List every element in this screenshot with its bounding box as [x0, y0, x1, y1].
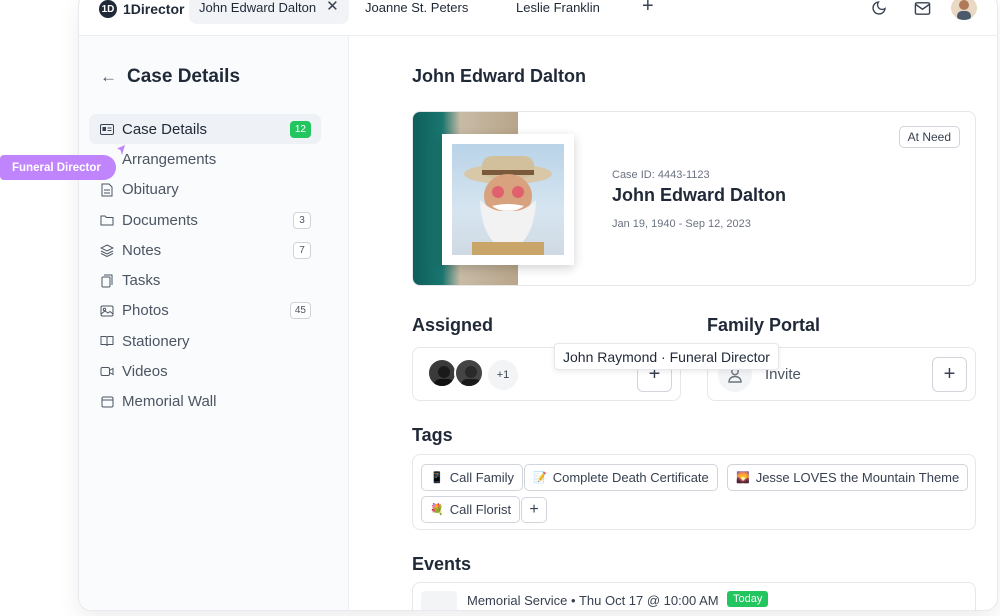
tags-heading: Tags: [412, 425, 453, 445]
image-icon: [100, 304, 114, 318]
add-tag-button[interactable]: +: [521, 497, 547, 523]
tab-john-edward-dalton[interactable]: John Edward Dalton ✕: [189, 0, 349, 24]
assignee-tooltip: John Raymond · Funeral Director: [554, 343, 779, 370]
app-logo[interactable]: 1D 1Director: [99, 0, 184, 18]
layers-icon: [100, 243, 114, 257]
sidebar-item-label: Photos: [122, 302, 169, 320]
memo-icon: 📝: [533, 472, 547, 484]
deceased-name: John Edward Dalton: [612, 185, 787, 205]
moon-icon[interactable]: [869, 0, 889, 18]
tag-complete-death-certificate[interactable]: 📝 Complete Death Certificate: [524, 464, 718, 491]
sidebar-item-memorial-wall[interactable]: Memorial Wall: [89, 387, 321, 417]
events-heading: Events: [412, 554, 472, 574]
tab-label: Leslie Franklin: [516, 0, 600, 15]
count-badge: 45: [289, 302, 311, 320]
sidebar-item-label: Tasks: [122, 272, 161, 290]
sidebar-item-tasks[interactable]: Tasks: [89, 265, 321, 295]
tab-leslie-franklin[interactable]: Leslie Franklin: [506, 0, 610, 24]
tab-joanne-st-peters[interactable]: Joanne St. Peters: [355, 0, 478, 24]
sidebar-item-label: Obituary: [122, 181, 179, 199]
invite-family-button[interactable]: +: [932, 357, 967, 392]
user-avatar[interactable]: [951, 0, 977, 20]
main-content: John Edward Dalton At Need Case ID: 4443…: [350, 36, 997, 610]
today-badge: Today: [727, 591, 769, 607]
more-assignees-badge[interactable]: +1: [488, 360, 518, 390]
video-icon: [100, 365, 114, 379]
event-row[interactable]: Memorial Service • Thu Oct 17 @ 10:00 AM…: [412, 582, 976, 610]
sidebar-title: Case Details: [127, 66, 241, 87]
back-arrow-icon[interactable]: ←: [100, 67, 117, 87]
sidebar-item-label: Memorial Wall: [122, 393, 217, 411]
bouquet-icon: 💐: [430, 504, 444, 516]
mail-icon[interactable]: [912, 0, 932, 18]
window-icon: [100, 395, 114, 409]
book-icon: [100, 334, 114, 348]
deceased-photo[interactable]: [442, 134, 574, 265]
sidebar-item-obituary[interactable]: Obituary: [89, 175, 321, 205]
app-name: 1Director: [123, 1, 185, 17]
app-window: 1D 1Director John Edward Dalton ✕ Joanne…: [79, 0, 997, 610]
page-title: John Edward Dalton: [412, 66, 587, 86]
sidebar-item-label: Case Details: [122, 120, 208, 138]
sidebar-item-label: Notes: [122, 241, 162, 259]
tag-call-florist[interactable]: 💐 Call Florist: [421, 496, 521, 523]
tag-label: Call Family: [449, 470, 514, 485]
assigned-heading: Assigned: [412, 315, 494, 335]
top-bar: 1D 1Director John Edward Dalton ✕ Joanne…: [79, 0, 997, 36]
logo-mark-icon: 1D: [99, 0, 117, 18]
sidebar-item-label: Stationery: [122, 332, 190, 350]
event-thumbnail: [421, 591, 457, 610]
funeral-director-pill: Funeral Director: [0, 155, 116, 180]
sidebar-item-photos[interactable]: Photos 45: [89, 296, 321, 326]
folder-icon: [100, 213, 114, 227]
sidebar-item-videos[interactable]: Videos: [89, 356, 321, 386]
family-portal-heading: Family Portal: [707, 315, 821, 335]
event-text: Memorial Service • Thu Oct 17 @ 10:00 AM: [467, 593, 719, 608]
sidebar-item-stationery[interactable]: Stationery: [89, 326, 321, 356]
sidebar-item-case-details[interactable]: Case Details 12: [89, 114, 321, 145]
tab-label: Joanne St. Peters: [365, 0, 469, 15]
phone-icon: 📱: [430, 472, 444, 484]
add-tab-icon[interactable]: +: [642, 0, 654, 16]
sidebar-item-label: Documents: [122, 211, 198, 229]
tags-card: 📱 Call Family 📝 Complete Death Certifica…: [412, 454, 976, 530]
life-dates: Jan 19, 1940 - Sep 12, 2023: [612, 218, 751, 230]
sidebar-item-label: Videos: [122, 363, 168, 381]
case-hero-card: At Need Case ID: 4443-1123 John Edward D…: [412, 111, 976, 286]
sidebar-item-documents[interactable]: Documents 3: [89, 205, 321, 235]
id-card-icon: [100, 122, 114, 136]
sidebar: ← Case Details Case Details 12 Arrangeme…: [79, 36, 349, 610]
tab-label: John Edward Dalton: [199, 0, 317, 15]
tag-mountain-theme[interactable]: 🌄 Jesse LOVES the Mountain Theme: [727, 464, 969, 491]
close-icon[interactable]: ✕: [326, 0, 339, 14]
cursor-arrow-icon: [116, 143, 126, 161]
sidebar-item-notes[interactable]: Notes 7: [89, 235, 321, 265]
tag-call-family[interactable]: 📱 Call Family: [421, 464, 523, 491]
tag-label: Call Florist: [449, 502, 512, 517]
mountain-icon: 🌄: [736, 472, 750, 484]
sidebar-header: ← Case Details: [100, 66, 240, 88]
document-icon: [100, 183, 114, 197]
count-badge: 3: [293, 211, 311, 229]
count-badge: 7: [293, 241, 311, 259]
clipboard-icon: [100, 274, 114, 288]
count-badge: 12: [289, 120, 311, 138]
avatar[interactable]: [427, 358, 457, 388]
sidebar-item-label: Arrangements: [122, 150, 217, 168]
tag-label: Jesse LOVES the Mountain Theme: [755, 470, 960, 485]
avatar[interactable]: [454, 358, 484, 388]
case-id: Case ID: 4443-1123: [612, 169, 710, 181]
tag-label: Complete Death Certificate: [552, 470, 709, 485]
status-badge: At Need: [898, 126, 960, 148]
